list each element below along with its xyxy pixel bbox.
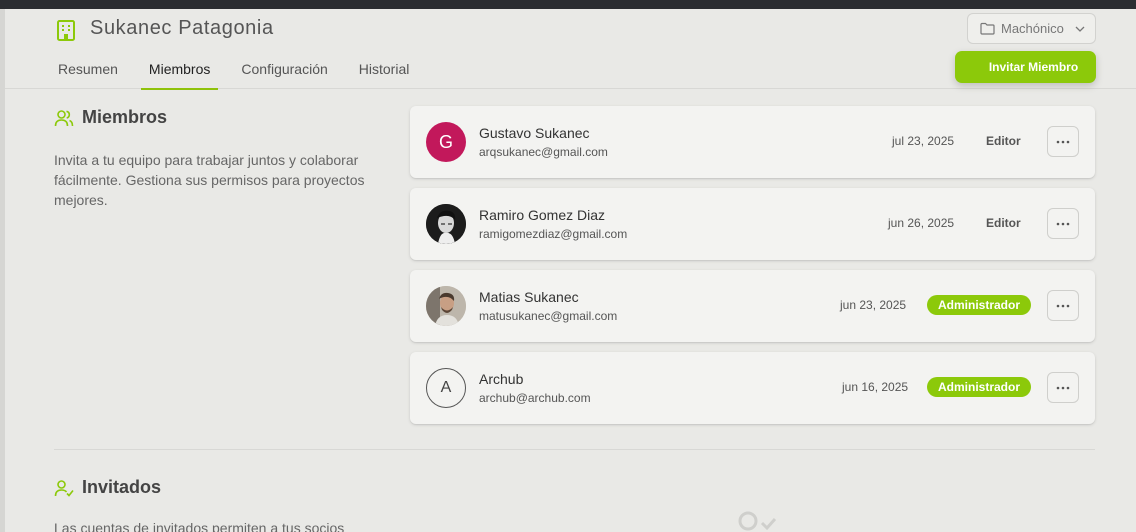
page-header: Sukanec Patagonia Machónico Resumen Miem…	[5, 9, 1136, 90]
more-horizontal-icon	[1056, 140, 1070, 143]
avatar: G	[426, 122, 466, 162]
folder-icon	[980, 22, 995, 35]
section-divider	[54, 449, 1095, 450]
member-role-badge: Administrador	[927, 295, 1031, 315]
avatar: A	[426, 368, 466, 408]
tab-configuracion[interactable]: Configuración	[233, 53, 335, 89]
more-horizontal-icon	[1056, 222, 1070, 225]
tab-resumen[interactable]: Resumen	[50, 53, 126, 89]
avatar-photo	[426, 204, 466, 244]
invite-member-button[interactable]: Invitar Miembro	[955, 51, 1096, 83]
project-selector[interactable]: Machónico	[967, 13, 1096, 44]
member-card-ramiro: Ramiro Gomez Diaz ramigomezdiaz@gmail.co…	[410, 188, 1095, 260]
member-joined-date: jun 23, 2025	[840, 298, 907, 312]
chevron-down-icon	[1075, 26, 1085, 32]
avatar	[426, 204, 466, 244]
window-top-bar	[0, 0, 1136, 9]
members-section-description: Invita a tu equipo para trabajar juntos …	[54, 152, 365, 208]
user-check-icon	[738, 511, 777, 531]
members-section-title: Miembros	[82, 107, 168, 127]
member-role: Editor	[986, 134, 1021, 148]
user-check-icon	[54, 479, 74, 497]
member-role: Editor	[986, 216, 1021, 230]
page-title: Sukanec Patagonia	[90, 17, 274, 39]
guests-section-title: Invitados	[82, 477, 162, 497]
member-joined-date: jun 26, 2025	[888, 216, 955, 230]
project-selector-value: Machónico	[1001, 21, 1064, 36]
more-horizontal-icon	[1056, 386, 1070, 389]
guests-section-header: Invitados	[54, 477, 161, 498]
member-email: matusukanec@gmail.com	[479, 309, 618, 323]
tab-miembros[interactable]: Miembros	[140, 53, 219, 90]
avatar-photo	[426, 286, 466, 326]
avatar	[426, 286, 466, 326]
member-name: Matias Sukanec	[479, 289, 579, 305]
member-card-archub: A Archub archub@archub.com jun 16, 2025 …	[410, 352, 1095, 424]
guests-section-description: Las cuentas de invitados permiten a tus …	[54, 520, 345, 532]
member-more-button[interactable]	[1047, 372, 1079, 403]
member-email: arqsukanec@gmail.com	[479, 145, 608, 159]
member-joined-date: jul 23, 2025	[892, 134, 955, 148]
member-role-badge: Administrador	[927, 377, 1031, 397]
more-horizontal-icon	[1056, 304, 1070, 307]
members-section-header: Miembros	[54, 107, 167, 128]
member-more-button[interactable]	[1047, 208, 1079, 239]
member-more-button[interactable]	[1047, 126, 1079, 157]
member-card-gustavo: G Gustavo Sukanec arqsukanec@gmail.com j…	[410, 106, 1095, 178]
member-more-button[interactable]	[1047, 290, 1079, 321]
users-icon	[54, 109, 74, 126]
building-icon	[57, 20, 75, 41]
tab-historial[interactable]: Historial	[351, 53, 418, 89]
member-email: ramigomezdiaz@gmail.com	[479, 227, 628, 241]
member-joined-date: jun 16, 2025	[842, 380, 909, 394]
member-card-matias: Matias Sukanec matusukanec@gmail.com jun…	[410, 270, 1095, 342]
member-name: Archub	[479, 371, 524, 387]
member-name: Gustavo Sukanec	[479, 125, 590, 141]
member-email: archub@archub.com	[479, 391, 591, 405]
member-name: Ramiro Gomez Diaz	[479, 207, 606, 223]
tab-bar: Resumen Miembros Configuración Historial	[50, 53, 432, 90]
